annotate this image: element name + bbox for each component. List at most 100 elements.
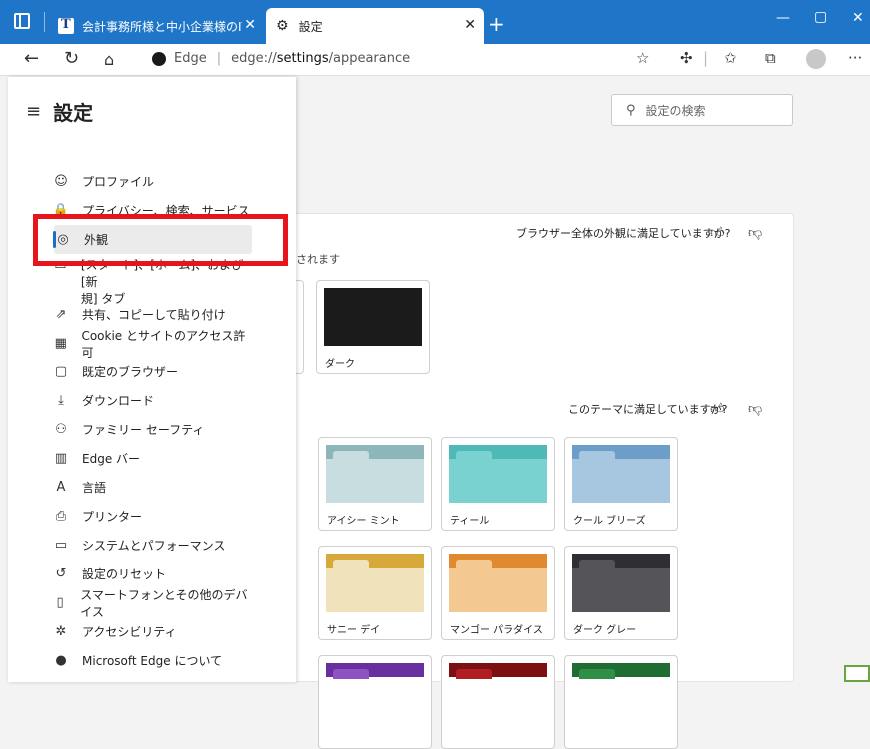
reset-icon: ↺	[55, 566, 67, 581]
sidebar-item-download[interactable]: ⤓ ダウンロード	[52, 386, 252, 415]
printer-icon: ⎙	[55, 509, 67, 524]
sidebar-item-printer[interactable]: ⎙ プリンター	[52, 502, 252, 531]
favorites-icon[interactable]: ✩	[724, 49, 737, 67]
dark-preview	[324, 288, 422, 346]
theme-preview-body	[572, 459, 670, 503]
home-icon[interactable]: ⌂	[104, 50, 114, 69]
system-icon: ▭	[54, 538, 68, 553]
theme-preview	[326, 663, 424, 721]
extensions-icon[interactable]: ✣	[680, 49, 693, 67]
card-description: されます	[296, 253, 340, 266]
sidebar-item-default-browser[interactable]: ▢ 既定のブラウザー	[52, 357, 252, 386]
divider	[44, 12, 45, 32]
sidebar-item-label: 言語	[82, 481, 107, 495]
sidebar-item-label: スマートフォンとその他のデバイス	[80, 587, 248, 619]
theme-name: マンゴー パラダイス	[450, 625, 543, 636]
phone-icon: ▯	[56, 595, 64, 610]
theme-name: ダーク	[325, 359, 355, 370]
back-icon[interactable]: ←	[24, 48, 39, 69]
sidebar-item-profile[interactable]: ☺ プロファイル	[52, 167, 252, 196]
tab-company[interactable]: 会計事務所様と中小企業様のITと ✕	[52, 8, 264, 44]
theme-preview-body	[449, 568, 547, 612]
theme-preview	[449, 445, 547, 503]
download-icon: ⤓	[58, 393, 64, 408]
new-tab-icon[interactable]: +	[488, 12, 505, 36]
page-title: 設定	[53, 101, 94, 125]
url-path: /appearance	[328, 51, 411, 66]
theme-option[interactable]: ダーク グレー	[564, 546, 678, 640]
sidebar-item-reset[interactable]: ↺ 設定のリセット	[52, 559, 252, 588]
sidebar-item-accessibility[interactable]: ✲ アクセシビリティ	[52, 617, 252, 646]
theme-preview-tab	[333, 669, 369, 679]
theme-preview	[572, 663, 670, 721]
theme-preview-tab	[456, 669, 492, 679]
sidebar-item-label: Edge バー	[82, 452, 141, 466]
window-close-icon[interactable]: ✕	[852, 10, 864, 26]
sidebar-item-family[interactable]: ⚇ ファミリー セーフティ	[52, 415, 252, 444]
sidebar-item-label: プロファイル	[82, 175, 155, 189]
title-bar: 会計事務所様と中小企業様のITと ✕ ⚙ 設定 ✕ + — ▢ ✕	[0, 0, 870, 44]
sidebar-item-edge-bar[interactable]: ▥ Edge バー	[52, 444, 252, 473]
theme-name: ダーク グレー	[573, 625, 637, 636]
theme-preview	[449, 663, 547, 721]
sidebar-item-label: Cookie とサイトのアクセス許可	[81, 328, 246, 360]
theme-option[interactable]	[564, 655, 678, 749]
search-icon: ⚲	[626, 102, 636, 118]
theme-preview-body	[449, 459, 547, 503]
theme-preview-tab	[579, 451, 615, 461]
feedback-question: ブラウザー全体の外観に満足していますか?	[516, 227, 731, 240]
collections-icon[interactable]: ⧉	[765, 49, 776, 67]
theme-option[interactable]: マンゴー パラダイス	[441, 546, 555, 640]
edge-bar-icon: ▥	[54, 451, 68, 466]
sidebar-item-label: ファミリー セーフティ	[82, 423, 205, 437]
address-bar: ← ↻ ⌂ Edge | edge://settings/appearance …	[0, 44, 870, 76]
sidebar-item-cookie[interactable]: ▦ Cookie とサイトのアクセス許可	[52, 328, 252, 360]
minimize-icon[interactable]: —	[776, 10, 790, 26]
theme-preview-tab	[579, 560, 615, 570]
close-icon[interactable]: ✕	[244, 17, 256, 33]
sidebar-item-share[interactable]: ⇗ 共有、コピーして貼り付け	[52, 300, 252, 329]
thumbs-down-icon[interactable]: 👎︎	[748, 400, 762, 417]
close-icon[interactable]: ✕	[464, 17, 476, 33]
maximize-icon[interactable]: ▢	[814, 9, 827, 25]
sidebar-item-label: 既定のブラウザー	[82, 365, 179, 379]
theme-option[interactable]	[318, 655, 432, 749]
theme-preview-tab	[333, 560, 369, 570]
url-scheme: edge://	[231, 51, 277, 66]
settings-search-input[interactable]: ⚲ 設定の検索	[611, 94, 793, 126]
theme-preview	[449, 554, 547, 612]
sidebar-item-system[interactable]: ▭ システムとパフォーマンス	[52, 531, 252, 560]
more-icon[interactable]: ···	[848, 49, 862, 67]
tab-label: 会計事務所様と中小企業様のITと	[82, 19, 242, 34]
theme-preview	[572, 554, 670, 612]
theme-option[interactable]	[441, 655, 555, 749]
theme-preview-tab	[333, 451, 369, 461]
browser-brand: Edge	[174, 51, 207, 66]
appearance-dark-option[interactable]: ダーク	[316, 280, 430, 374]
sidebar-item-edge-logo[interactable]: ● Microsoft Edge について	[52, 646, 252, 675]
thumbs-up-icon[interactable]: 👍︎	[710, 400, 725, 417]
theme-option[interactable]: クール ブリーズ	[564, 437, 678, 531]
url-field[interactable]: Edge | edge://settings/appearance	[152, 51, 410, 66]
sidebar-item-language[interactable]: A 言語	[52, 473, 252, 502]
refresh-icon[interactable]: ↻	[64, 48, 79, 69]
tab-settings[interactable]: ⚙ 設定 ✕	[266, 8, 484, 44]
sidebar-item-label: 共有、コピーして貼り付け	[82, 308, 226, 322]
sidebar-item-label: Microsoft Edge について	[82, 654, 223, 668]
theme-option[interactable]: ティール	[441, 437, 555, 531]
default-browser-icon: ▢	[54, 364, 68, 379]
window-fragment	[844, 665, 870, 682]
tab-actions-icon[interactable]	[14, 13, 30, 29]
menu-icon[interactable]: ≡	[26, 101, 41, 122]
share-icon: ⇗	[55, 307, 67, 322]
sidebar-header: ≡ 設定	[26, 97, 93, 126]
theme-option[interactable]: アイシー ミント	[318, 437, 432, 531]
add-favorite-icon[interactable]: ☆	[636, 49, 649, 67]
sidebar-item-phone[interactable]: ▯ スマートフォンとその他のデバイス	[52, 587, 252, 619]
thumbs-down-icon[interactable]: 👎︎	[748, 224, 762, 241]
theme-preview-body	[326, 568, 424, 612]
thumbs-up-icon[interactable]: 👍︎	[710, 224, 725, 241]
theme-preview-tab	[456, 451, 492, 461]
theme-option[interactable]: サニー デイ	[318, 546, 432, 640]
avatar[interactable]	[806, 49, 826, 69]
